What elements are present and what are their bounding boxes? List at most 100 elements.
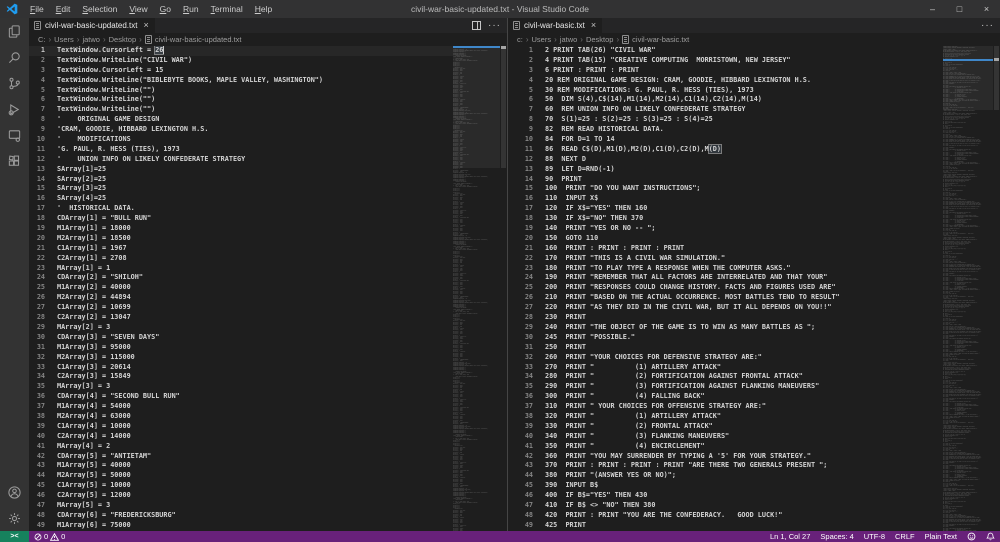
breadcrumb-item[interactable]: civil-war-basic-updated.txt — [144, 35, 242, 44]
code-line[interactable]: 42 CDArray[5] = "ANTIETAM" — [29, 452, 453, 462]
breadcrumb-item[interactable]: Desktop — [109, 35, 137, 44]
settings-gear-icon[interactable] — [0, 505, 29, 531]
code-line[interactable]: 23 MArray[1] = 1 — [29, 264, 453, 274]
code-line[interactable]: 38 M2Array[4] = 63000 — [29, 412, 453, 422]
menu-run[interactable]: Run — [177, 0, 205, 18]
code-line[interactable]: 38 320 PRINT " (1) ARTILLERY ATTACK" — [508, 412, 943, 422]
code-line[interactable]: 20 M2Array[1] = 18500 — [29, 234, 453, 244]
tab-civil-war-basic[interactable]: civil-war-basic.txt × — [508, 18, 603, 33]
code-line[interactable]: 12 88 NEXT D — [508, 155, 943, 165]
code-line[interactable]: 46 400 IF B$="YES" THEN 430 — [508, 491, 943, 501]
maximize-button[interactable]: □ — [946, 0, 973, 18]
code-line[interactable]: 48 CDArray[6] = "FREDERICKSBURG" — [29, 511, 453, 521]
split-editor-icon[interactable] — [472, 21, 481, 30]
code-area[interactable]: 1 TextWindow.CursorLeft = 26 2 TextWindow.W… — [29, 46, 453, 531]
code-line[interactable]: 25 M1Array[2] = 40000 — [29, 283, 453, 293]
code-line[interactable]: 40 340 PRINT " (3) FLANKING MANEUVERS" — [508, 432, 943, 442]
code-line[interactable]: 29 240 PRINT "THE OBJECT OF THE GAME IS T… — [508, 323, 943, 333]
code-line[interactable]: 14 90 PRINT — [508, 175, 943, 185]
code-line[interactable]: 36 CDArray[4] = "SECOND BULL RUN" — [29, 392, 453, 402]
menu-view[interactable]: View — [123, 0, 153, 18]
code-line[interactable]: 43 370 PRINT : PRINT : PRINT : PRINT "ARE… — [508, 461, 943, 471]
tab-civil-war-basic-updated[interactable]: civil-war-basic-updated.txt × — [29, 18, 155, 33]
code-line[interactable]: 22 C2Array[1] = 2708 — [29, 254, 453, 264]
code-line[interactable]: 42 360 PRINT "YOU MAY SURRENDER BY TYPING… — [508, 452, 943, 462]
close-button[interactable]: × — [973, 0, 1000, 18]
code-line[interactable]: 9 82 REM READ HISTORICAL DATA. — [508, 125, 943, 135]
code-line[interactable]: 48 420 PRINT : PRINT "YOU ARE THE CONFEDE… — [508, 511, 943, 521]
minimize-button[interactable]: – — [919, 0, 946, 18]
tab-close-icon[interactable]: × — [589, 21, 596, 30]
code-line[interactable]: 37 310 PRINT " YOUR CHOICES FOR OFFENSIVE… — [508, 402, 943, 412]
breadcrumb-item[interactable]: jatwo — [560, 35, 578, 44]
code-line[interactable]: 18 130 IF X$="NO" THEN 370 — [508, 214, 943, 224]
code-line[interactable]: 27 C1Array[2] = 10699 — [29, 303, 453, 313]
code-line[interactable]: 11 86 READ C$(D),M1(D),M2(D),C1(D),C2(D),… — [508, 143, 943, 155]
code-line[interactable]: 25 200 PRINT "RESPONSES COULD CHANGE HIST… — [508, 283, 943, 293]
code-line[interactable]: 16 SArray[4]=25 — [29, 194, 453, 204]
code-line[interactable]: 11 'G. PAUL, R. HESS (TIES), 1973 — [29, 145, 453, 155]
breadcrumb-item[interactable]: c: — [517, 35, 523, 44]
code-line[interactable]: 6 50 DIM S(4),C$(14),M1(14),M2(14),C1(14)… — [508, 95, 943, 105]
code-line[interactable]: 26 M2Array[2] = 44894 — [29, 293, 453, 303]
code-line[interactable]: 33 C1Array[3] = 20614 — [29, 363, 453, 373]
code-line[interactable]: 4 20 REM ORIGINAL GAME DESIGN: CRAM, GOOD… — [508, 76, 943, 86]
code-line[interactable]: 3 6 PRINT : PRINT : PRINT — [508, 66, 943, 76]
problems-indicator[interactable]: 0 0 — [29, 531, 70, 542]
code-line[interactable]: 19 140 PRINT "YES OR NO -- "; — [508, 224, 943, 234]
code-line[interactable]: 2 4 PRINT TAB(15) "CREATIVE COMPUTING MOR… — [508, 56, 943, 66]
code-line[interactable]: 14 SArray[2]=25 — [29, 175, 453, 185]
code-line[interactable]: 40 C2Array[4] = 14000 — [29, 432, 453, 442]
menu-selection[interactable]: Selection — [76, 0, 123, 18]
code-area[interactable]: 1 2 PRINT TAB(26) "CIVIL WAR" 2 4 PRINT TAB… — [508, 46, 943, 531]
code-line[interactable]: 15 SArray[3]=25 — [29, 184, 453, 194]
code-line[interactable]: 26 210 PRINT "BASED ON THE ACTUAL OCCURRE… — [508, 293, 943, 303]
code-line[interactable]: 34 280 PRINT " (2) FORTIFICATION AGAINST … — [508, 372, 943, 382]
code-line[interactable]: 13 SArray[1]=25 — [29, 165, 453, 175]
code-line[interactable]: 1 2 PRINT TAB(26) "CIVIL WAR" — [508, 46, 943, 56]
breadcrumb-item[interactable]: civil-war-basic.txt — [622, 35, 689, 44]
minimap[interactable]: TextWindow.CursorLeft = 26 TextWindow.Wr… — [453, 46, 500, 531]
code-line[interactable]: 5 30 REM MODIFICATIONS: G. PAUL, R. HESS … — [508, 86, 943, 96]
menu-edit[interactable]: Edit — [50, 0, 77, 18]
breadcrumb-item[interactable]: C: — [38, 35, 46, 44]
menu-file[interactable]: File — [24, 0, 50, 18]
menu-terminal[interactable]: Terminal — [205, 0, 249, 18]
notifications-bell-icon[interactable] — [981, 531, 1000, 542]
encoding-setting[interactable]: UTF-8 — [859, 531, 890, 542]
code-line[interactable]: 28 230 PRINT — [508, 313, 943, 323]
code-line[interactable]: 44 380 PRINT "(ANSWER YES OR NO)"; — [508, 471, 943, 481]
code-line[interactable]: 22 170 PRINT "THIS IS A CIVIL WAR SIMULAT… — [508, 254, 943, 264]
code-line[interactable]: 27 220 PRINT "AS THEY DID IN THE CIVIL WA… — [508, 303, 943, 313]
code-line[interactable]: 49 M1Array[6] = 75000 — [29, 521, 453, 531]
code-line[interactable]: 28 C2Array[2] = 13047 — [29, 313, 453, 323]
code-line[interactable]: 44 M2Array[5] = 50000 — [29, 471, 453, 481]
code-line[interactable]: 32 260 PRINT "YOUR CHOICES FOR DEFENSIVE … — [508, 353, 943, 363]
code-line[interactable]: 18 CDArray[1] = "BULL RUN" — [29, 214, 453, 224]
minimap[interactable]: 2 PRINT TAB(26) "CIVIL WAR" 4 PRINT TAB(… — [943, 46, 993, 531]
code-line[interactable]: 47 410 IF B$ <> "NO" THEN 380 — [508, 501, 943, 511]
code-line[interactable]: 45 C1Array[5] = 10000 — [29, 481, 453, 491]
code-line[interactable]: 21 C1Array[1] = 1967 — [29, 244, 453, 254]
code-line[interactable]: 1 TextWindow.CursorLeft = 26 — [29, 46, 453, 56]
code-line[interactable]: 41 350 PRINT " (4) ENCIRCLEMENT" — [508, 442, 943, 452]
run-debug-icon[interactable] — [0, 96, 29, 122]
code-line[interactable]: 29 MArray[2] = 3 — [29, 323, 453, 333]
code-line[interactable]: 30 CDArray[3] = "SEVEN DAYS" — [29, 333, 453, 343]
account-icon[interactable] — [0, 479, 29, 505]
code-line[interactable]: 32 M2Array[3] = 115000 — [29, 353, 453, 363]
code-line[interactable]: 15 100 PRINT "DO YOU WANT INSTRUCTIONS"; — [508, 184, 943, 194]
code-line[interactable]: 37 M1Array[4] = 54000 — [29, 402, 453, 412]
code-line[interactable]: 10 ' MODIFICATIONS — [29, 135, 453, 145]
code-line[interactable]: 43 M1Array[5] = 40000 — [29, 461, 453, 471]
code-line[interactable]: 46 C2Array[5] = 12000 — [29, 491, 453, 501]
more-actions-icon[interactable]: ··· — [488, 20, 501, 30]
language-mode[interactable]: Plain Text — [920, 531, 962, 542]
code-line[interactable]: 7 TextWindow.WriteLine("") — [29, 105, 453, 115]
eol-setting[interactable]: CRLF — [890, 531, 920, 542]
code-line[interactable]: 6 TextWindow.WriteLine("") — [29, 95, 453, 105]
code-line[interactable]: 2 TextWindow.WriteLine("CIVIL WAR") — [29, 56, 453, 66]
code-line[interactable]: 4 TextWindow.WriteLine("BIBLEBYTE BOOKS, … — [29, 76, 453, 86]
code-line[interactable]: 34 C2Array[3] = 15849 — [29, 372, 453, 382]
code-line[interactable]: 39 330 PRINT " (2) FRONTAL ATTACK" — [508, 422, 943, 432]
